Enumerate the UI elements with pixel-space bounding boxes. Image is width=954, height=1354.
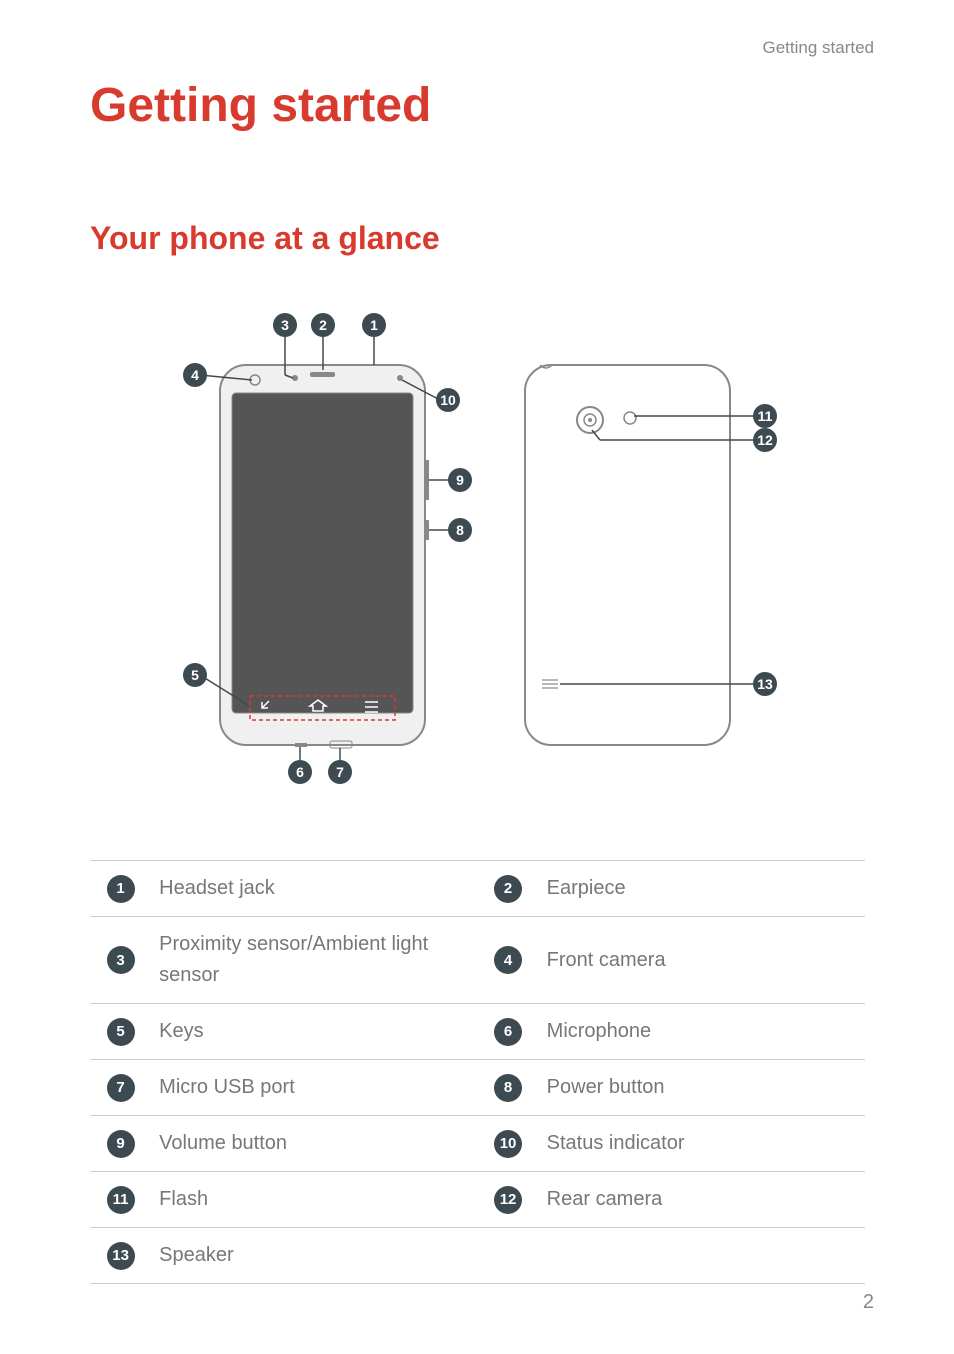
part-badge: 6 [494,1018,522,1046]
svg-text:7: 7 [336,764,344,780]
part-label: Rear camera [539,1172,865,1228]
parts-table: 1 Headset jack 2 Earpiece 3 Proximity se… [90,860,865,1284]
section-subtitle: Your phone at a glance [90,220,440,257]
part-label: Proximity sensor/Ambient light sensor [151,917,477,1004]
part-badge: 8 [494,1074,522,1102]
part-label: Flash [151,1172,477,1228]
svg-text:12: 12 [757,432,773,448]
callout-badge-11: 11 [753,404,777,428]
svg-text:8: 8 [456,522,464,538]
svg-text:11: 11 [758,408,773,424]
table-row: 7 Micro USB port 8 Power button [90,1060,865,1116]
part-badge: 7 [107,1074,135,1102]
part-badge: 10 [494,1130,522,1158]
part-badge: 12 [494,1186,522,1214]
svg-text:1: 1 [370,317,378,333]
svg-text:13: 13 [757,676,773,692]
part-badge: 5 [107,1018,135,1046]
part-label: Volume button [151,1116,477,1172]
callout-badge-1: 1 [362,313,386,337]
part-badge: 13 [107,1242,135,1270]
part-label: Front camera [539,917,865,1004]
callout-badge-3: 3 [273,313,297,337]
table-row: 9 Volume button 10 Status indicator [90,1116,865,1172]
table-row: 3 Proximity sensor/Ambient light sensor … [90,917,865,1004]
callout-badge-13: 13 [753,672,777,696]
table-row: 11 Flash 12 Rear camera [90,1172,865,1228]
callout-badge-10: 10 [436,388,460,412]
part-label: Status indicator [539,1116,865,1172]
part-label: Headset jack [151,861,477,917]
callout-badge-7: 7 [328,760,352,784]
table-row: 5 Keys 6 Microphone [90,1004,865,1060]
page-title: Getting started [90,78,431,133]
part-badge: 11 [107,1186,135,1214]
svg-text:2: 2 [319,317,327,333]
callout-badge-9: 9 [448,468,472,492]
page-number: 2 [863,1291,874,1314]
header-section-label: Getting started [762,38,874,58]
callout-badge-8: 8 [448,518,472,542]
part-badge: 2 [494,875,522,903]
part-label: Microphone [539,1004,865,1060]
svg-text:10: 10 [440,392,456,408]
callout-badge-6: 6 [288,760,312,784]
callout-badge-4: 4 [183,363,207,387]
part-label: Power button [539,1060,865,1116]
part-badge: 3 [107,946,135,974]
part-label: Micro USB port [151,1060,477,1116]
part-badge: 4 [494,946,522,974]
part-label: Earpiece [539,861,865,917]
svg-text:3: 3 [281,317,289,333]
svg-text:4: 4 [191,367,199,383]
part-badge: 1 [107,875,135,903]
callout-badge-12: 12 [753,428,777,452]
table-row: 13 Speaker [90,1228,865,1284]
svg-text:9: 9 [456,472,464,488]
part-label: Keys [151,1004,477,1060]
callout-badge-2: 2 [311,313,335,337]
svg-text:5: 5 [191,667,199,683]
svg-text:6: 6 [296,764,304,780]
part-label: Speaker [151,1228,477,1284]
table-row: 1 Headset jack 2 Earpiece [90,861,865,917]
phone-diagram: 1 2 3 4 5 6 7 8 [140,310,820,790]
callout-badge-5: 5 [183,663,207,687]
part-badge: 9 [107,1130,135,1158]
